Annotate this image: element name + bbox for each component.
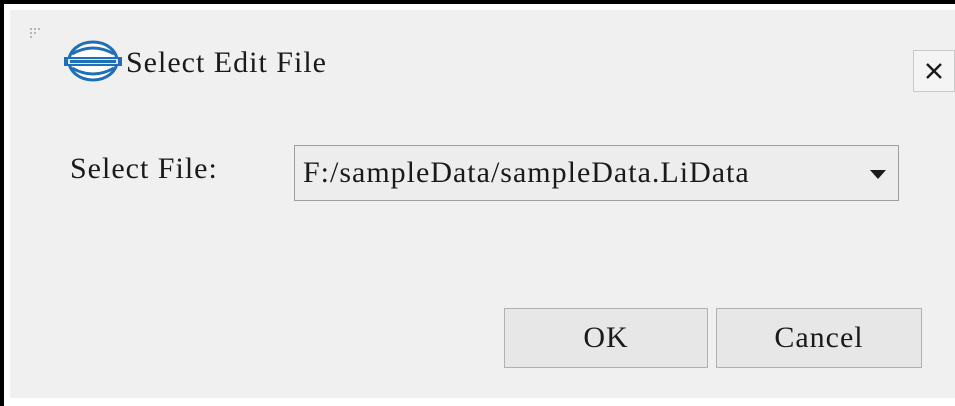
- app-logo-icon: [60, 40, 126, 82]
- drag-grip-icon[interactable]: [30, 28, 42, 40]
- dialog-title: Select Edit File: [126, 46, 327, 79]
- ok-button[interactable]: OK: [504, 308, 708, 368]
- dropdown-arrow-icon[interactable]: [870, 170, 886, 179]
- close-icon: [926, 63, 942, 79]
- window-edge-top: [0, 0, 955, 4]
- selected-file-value: F:/sampleData/sampleData.LiData: [303, 156, 750, 189]
- close-button[interactable]: [913, 50, 955, 92]
- cancel-button[interactable]: Cancel: [716, 308, 922, 368]
- window-edge-left: [0, 0, 4, 406]
- screenshot-frame: Select Edit File Select File: F:/sampleD…: [0, 0, 955, 406]
- select-file-label: Select File:: [70, 152, 218, 185]
- file-select-dropdown[interactable]: F:/sampleData/sampleData.LiData: [294, 145, 899, 201]
